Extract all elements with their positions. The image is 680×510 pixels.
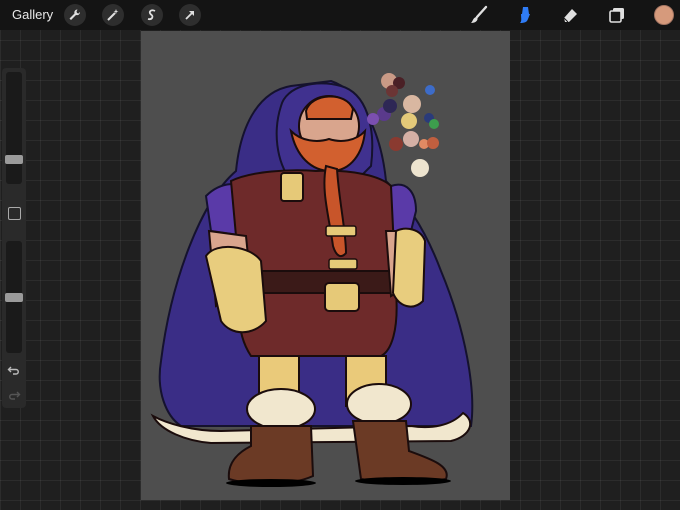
arrow-icon[interactable]	[179, 4, 201, 26]
palette-swatch	[367, 113, 379, 125]
palette-swatch	[383, 99, 397, 113]
palette-swatch	[429, 119, 439, 129]
palette-swatch	[386, 85, 398, 97]
eraser-icon[interactable]	[559, 4, 581, 26]
palette-swatch	[425, 85, 435, 95]
modify-button[interactable]	[8, 207, 21, 220]
undo-icon[interactable]	[7, 363, 21, 377]
palette-swatch	[403, 131, 419, 147]
brush-size-thumb[interactable]	[5, 155, 23, 164]
redo-icon[interactable]	[7, 388, 21, 402]
wrench-icon[interactable]	[64, 4, 86, 26]
color-picker-button[interactable]	[654, 5, 674, 25]
opacity-thumb[interactable]	[5, 293, 23, 302]
layers-icon[interactable]	[606, 4, 628, 26]
opacity-slider[interactable]	[5, 241, 23, 353]
magic-wand-icon[interactable]	[102, 4, 124, 26]
side-toolbar	[2, 68, 26, 408]
palette-swatch	[403, 95, 421, 113]
palette-swatch	[389, 137, 403, 151]
palette-swatch	[427, 137, 439, 149]
dwarf-artwork	[150, 79, 474, 487]
palette-swatch	[401, 113, 417, 129]
brush-size-slider[interactable]	[5, 72, 23, 184]
drawing-canvas[interactable]	[141, 31, 510, 500]
s-curve-icon[interactable]	[141, 4, 163, 26]
palette-swatch	[411, 159, 429, 177]
smudge-icon[interactable]	[514, 4, 536, 26]
top-toolbar: Gallery	[0, 0, 680, 30]
gallery-button[interactable]: Gallery	[12, 7, 53, 22]
brush-icon[interactable]	[468, 4, 490, 26]
